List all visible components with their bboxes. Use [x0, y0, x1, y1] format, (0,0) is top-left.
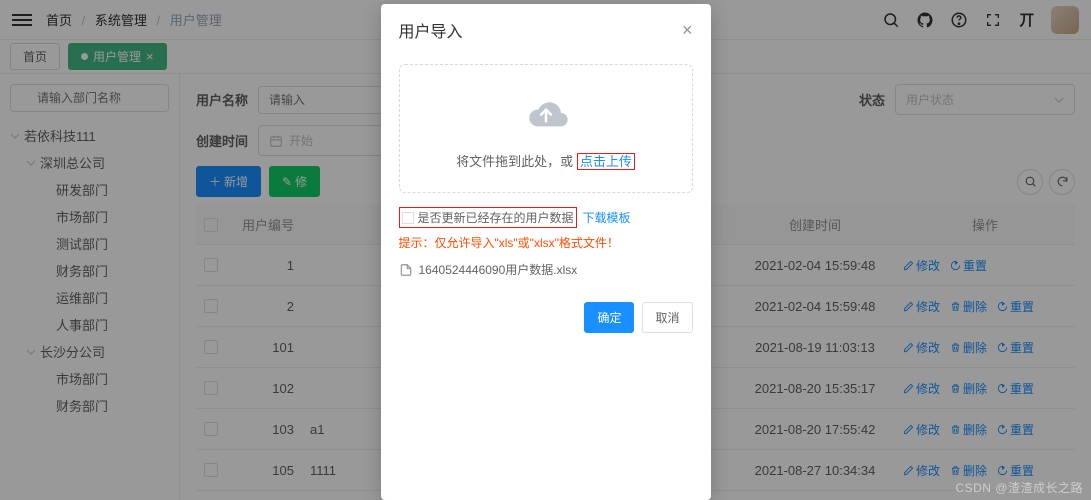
- dialog-cancel-button[interactable]: 取消: [642, 302, 692, 333]
- update-existing-label: 是否更新已经存在的用户数据: [418, 209, 574, 226]
- dialog-close-button[interactable]: ×: [682, 20, 693, 41]
- upload-drag-text: 将文件拖到此处，或: [456, 154, 573, 169]
- update-existing-checkbox[interactable]: [402, 212, 414, 224]
- watermark: CSDN @渣渣成长之路: [955, 479, 1083, 496]
- upload-click-link[interactable]: 点击上传: [580, 154, 632, 169]
- import-dialog: 用户导入 × 将文件拖到此处，或 点击上传 是否更新已经存在的用户数据 下载模板…: [381, 4, 711, 500]
- modal-overlay[interactable]: 用户导入 × 将文件拖到此处，或 点击上传 是否更新已经存在的用户数据 下载模板…: [0, 0, 1091, 500]
- download-template-link[interactable]: 下载模板: [583, 209, 631, 226]
- dialog-ok-button[interactable]: 确定: [584, 302, 634, 333]
- upload-hint: 提示：仅允许导入"xls"或"xlsx"格式文件！: [399, 234, 693, 251]
- upload-cloud-icon: [518, 93, 574, 133]
- file-icon: [399, 263, 413, 277]
- dialog-title: 用户导入: [399, 18, 463, 42]
- upload-dropzone[interactable]: 将文件拖到此处，或 点击上传: [399, 64, 693, 193]
- uploaded-file-row[interactable]: 1640524446090用户数据.xlsx: [399, 261, 693, 278]
- uploaded-file-name: 1640524446090用户数据.xlsx: [419, 261, 578, 278]
